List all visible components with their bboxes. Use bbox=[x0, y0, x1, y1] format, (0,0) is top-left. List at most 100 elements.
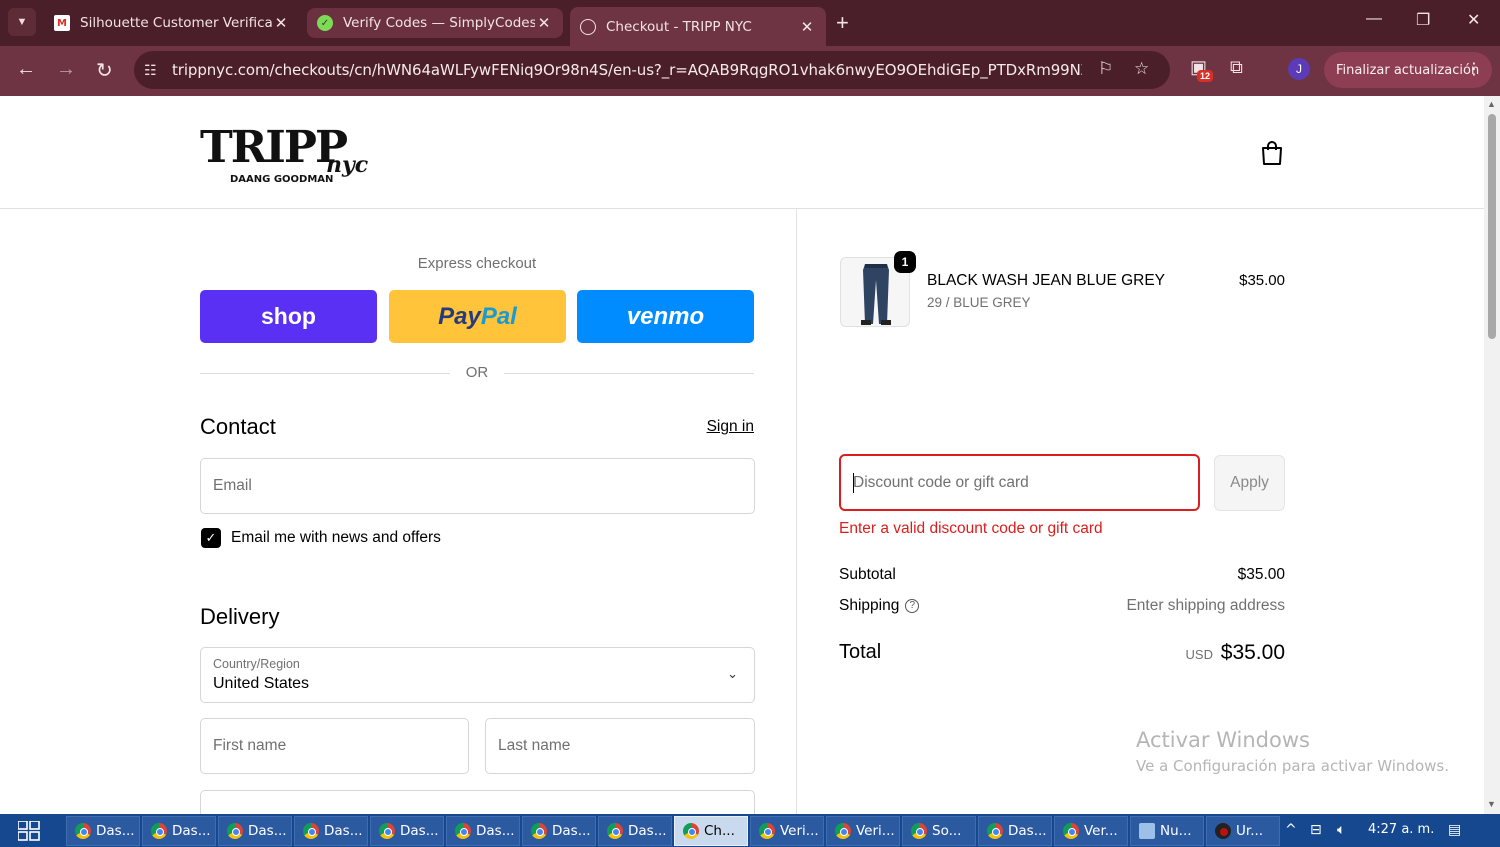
country-select[interactable]: Country/Region United States ⌄ bbox=[200, 647, 755, 703]
reload-icon[interactable]: ↻ bbox=[96, 58, 113, 83]
apply-button[interactable]: Apply bbox=[1214, 455, 1285, 511]
translate-icon[interactable]: ⚐ bbox=[1098, 59, 1113, 79]
product-name: BLACK WASH JEAN BLUE GREY bbox=[927, 272, 1166, 289]
subtotal-label: Subtotal bbox=[839, 566, 896, 583]
taskbar-item-label: Das... bbox=[552, 823, 591, 839]
site-header: TRIPP nyc DAANG GOODMAN bbox=[0, 96, 1484, 209]
more-menu-icon[interactable]: ⋮ bbox=[1466, 59, 1482, 78]
last-name-field[interactable]: Last name bbox=[485, 718, 755, 774]
profile-avatar[interactable]: J bbox=[1288, 58, 1310, 80]
quantity-badge: 1 bbox=[894, 251, 916, 273]
globe-icon bbox=[580, 18, 596, 35]
taskbar-item[interactable]: Ch... bbox=[674, 816, 748, 846]
tray-chevron-icon[interactable]: ^ bbox=[1285, 822, 1297, 838]
address-bar[interactable]: ☷ trippnyc.com/checkouts/cn/hWN64aWLFywF… bbox=[134, 51, 1170, 89]
taskbar-item-label: Das... bbox=[400, 823, 439, 839]
taskbar-item[interactable]: Das... bbox=[142, 816, 216, 846]
tab-title: Checkout - TRIPP NYC bbox=[606, 18, 752, 35]
tab-silhouette[interactable]: M Silhouette Customer Verificatio ✕ bbox=[44, 7, 300, 39]
taskbar-item[interactable]: Das... bbox=[66, 816, 140, 846]
page-scrollbar[interactable]: ▲ ▼ bbox=[1484, 96, 1500, 814]
start-grid-icon[interactable] bbox=[18, 821, 40, 841]
subtotal-row: Subtotal $35.00 bbox=[839, 566, 1285, 584]
taskbar-item-label: Das... bbox=[1008, 823, 1047, 839]
venmo-button[interactable]: venmo bbox=[577, 290, 754, 343]
last-name-placeholder: Last name bbox=[498, 737, 571, 754]
taskbar-item-label: Ur... bbox=[1236, 823, 1264, 839]
tab-checkout[interactable]: Checkout - TRIPP NYC ✕ bbox=[570, 7, 826, 46]
chrome-icon bbox=[987, 823, 1003, 839]
taskbar-item[interactable]: Das... bbox=[978, 816, 1052, 846]
first-name-placeholder: First name bbox=[213, 737, 287, 754]
forward-arrow-icon[interactable]: → bbox=[56, 58, 76, 81]
clock[interactable]: 4:27 a. m. bbox=[1368, 822, 1434, 837]
taskbar-item[interactable]: Das... bbox=[370, 816, 444, 846]
extension-badge: 12 bbox=[1197, 70, 1214, 82]
update-button[interactable]: Finalizar actualización ⋮ bbox=[1324, 52, 1492, 88]
shop-pay-button[interactable]: shop bbox=[200, 290, 377, 343]
tripp-nyc-logo[interactable]: TRIPP nyc DAANG GOODMAN bbox=[200, 120, 375, 186]
taskbar-item[interactable]: Veri... bbox=[750, 816, 824, 846]
logo-tagline: DAANG GOODMAN bbox=[230, 174, 333, 185]
help-circle-icon[interactable]: ? bbox=[905, 598, 920, 613]
taskbar-item-label: Ch... bbox=[704, 823, 735, 839]
email-field[interactable]: Email bbox=[200, 458, 755, 514]
windows-taskbar: Das... Das... Das... Das... Das... Das... Das.… bbox=[0, 814, 1500, 847]
back-arrow-icon[interactable]: ← bbox=[16, 58, 36, 81]
news-checkbox-label[interactable]: Email me with news and offers bbox=[231, 529, 441, 547]
taskbar-item[interactable]: Ver... bbox=[1054, 816, 1128, 846]
star-icon[interactable]: ☆ bbox=[1134, 59, 1149, 79]
tab-search-button[interactable]: ▼ bbox=[8, 8, 36, 36]
network-icon[interactable]: ⊟ bbox=[1310, 822, 1322, 838]
close-icon[interactable]: ✕ bbox=[798, 18, 816, 36]
total-value: $35.00 bbox=[1220, 641, 1285, 664]
close-icon[interactable]: ✕ bbox=[535, 14, 553, 32]
close-icon[interactable]: ✕ bbox=[272, 14, 290, 32]
chrome-icon bbox=[607, 823, 623, 839]
shipping-label: Shipping bbox=[839, 597, 900, 614]
browser-toolbar: ← → ↻ ☷ trippnyc.com/checkouts/cn/hWN64a… bbox=[0, 46, 1500, 96]
venmo-label: venmo bbox=[626, 302, 705, 330]
scroll-down-icon[interactable]: ▼ bbox=[1487, 799, 1496, 809]
chrome-icon bbox=[911, 823, 927, 839]
scroll-up-icon[interactable]: ▲ bbox=[1487, 99, 1496, 109]
taskbar-item[interactable]: Das... bbox=[598, 816, 672, 846]
extensions-puzzle-icon[interactable]: ⧉ bbox=[1230, 57, 1243, 78]
news-checkbox[interactable]: ✓ bbox=[201, 528, 221, 548]
taskbar-item[interactable]: Das... bbox=[218, 816, 292, 846]
scrollbar-thumb[interactable] bbox=[1488, 114, 1496, 339]
url-text[interactable]: trippnyc.com/checkouts/cn/hWN64aWLFywFEN… bbox=[172, 61, 1082, 79]
chrome-icon bbox=[303, 823, 319, 839]
volume-icon[interactable]: 🔈︎ bbox=[1337, 822, 1345, 838]
taskbar-item[interactable]: Das... bbox=[294, 816, 368, 846]
taskbar-item[interactable]: Nu... bbox=[1130, 816, 1204, 846]
taskbar-item-label: Das... bbox=[248, 823, 287, 839]
notifications-icon[interactable]: ▤ bbox=[1448, 822, 1461, 838]
taskbar-item[interactable]: Ur... bbox=[1206, 816, 1280, 846]
or-text: OR bbox=[465, 364, 489, 381]
taskbar-item[interactable]: Das... bbox=[522, 816, 596, 846]
taskbar-item[interactable]: Veri... bbox=[826, 816, 900, 846]
tab-simplycodes[interactable]: ✓ Verify Codes — SimplyCodes ✕ bbox=[307, 8, 563, 38]
discount-error: Enter a valid discount code or gift card bbox=[839, 520, 1103, 537]
discount-code-input[interactable]: Discount code or gift card bbox=[839, 454, 1200, 511]
currency-code: USD bbox=[1185, 647, 1213, 662]
sign-in-link[interactable]: Sign in bbox=[640, 418, 754, 436]
restore-icon[interactable]: ❐ bbox=[1416, 10, 1430, 30]
new-tab-plus-icon[interactable]: + bbox=[836, 10, 849, 36]
window-close-icon[interactable]: ✕ bbox=[1467, 10, 1480, 30]
first-name-field[interactable]: First name bbox=[200, 718, 469, 774]
tab-title: Verify Codes — SimplyCodes bbox=[343, 15, 535, 31]
minimize-icon[interactable]: — bbox=[1366, 10, 1382, 28]
or-divider: OR bbox=[200, 364, 754, 381]
company-field[interactable] bbox=[200, 790, 755, 814]
site-info-icon[interactable]: ☷ bbox=[144, 62, 160, 79]
country-value: United States bbox=[213, 675, 310, 692]
taskbar-item[interactable]: Das... bbox=[446, 816, 520, 846]
checkout-form-column: Express checkout shop Pay Pal venmo OR Co… bbox=[0, 209, 797, 814]
email-placeholder: Email bbox=[213, 477, 252, 494]
taskbar-item[interactable]: So... bbox=[902, 816, 976, 846]
shopping-bag-icon[interactable] bbox=[1260, 140, 1284, 166]
paypal-button[interactable]: Pay Pal bbox=[389, 290, 566, 343]
total-label: Total bbox=[839, 641, 882, 663]
